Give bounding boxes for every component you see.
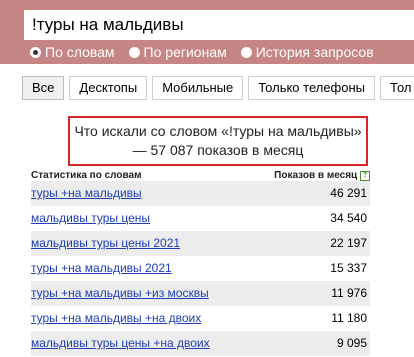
phrase-link[interactable]: туры +на мальдивы 2021 [31, 261, 172, 275]
phrase-link[interactable]: туры +на мальдивы +на двоих [31, 311, 201, 325]
tab-desktops[interactable]: Десктопы [69, 76, 148, 100]
show-count: 9 095 [336, 336, 367, 350]
table-row: туры +на мальдивы +на двоих 11 180 [31, 306, 370, 331]
radio-query-history[interactable]: История запросов [240, 44, 374, 60]
table-row: туры +на мальдивы 2021 15 337 [31, 256, 370, 281]
search-input[interactable]: !туры на мальдивы [24, 10, 414, 40]
phrase-link[interactable]: мальдивы туры цены +на двоих [31, 336, 210, 350]
tab-tablets-only[interactable]: Тол [380, 76, 414, 100]
radio-label: По словам [45, 44, 115, 60]
column-header-words: Статистика по словам [31, 170, 142, 181]
summary-text: Что искали со словом «!туры на мальдивы»… [74, 123, 362, 158]
help-icon[interactable]: ? [360, 171, 370, 181]
phrase-link[interactable]: туры +на мальдивы [31, 186, 142, 200]
tab-mobile[interactable]: Мобильные [152, 76, 244, 100]
table-row: мальдивы туры цены 2021 22 197 [31, 231, 370, 256]
phrase-link[interactable]: мальдивы туры цены 2021 [31, 236, 180, 250]
table-row: туры +на мальдивы +из москвы 11 976 [31, 281, 370, 306]
summary-box: Что искали со словом «!туры на мальдивы»… [68, 116, 368, 166]
search-header: !туры на мальдивы По словам По регионам … [0, 0, 414, 64]
radio-by-regions[interactable]: По регионам [128, 44, 227, 60]
radio-label: По регионам [143, 44, 227, 60]
show-count: 46 291 [330, 186, 367, 200]
table-row: мальдивы туры цены +на двоих 9 095 [31, 331, 370, 356]
search-mode-group: По словам По регионам История запросов [30, 42, 388, 62]
show-count: 22 197 [330, 236, 367, 250]
stats-table: туры +на мальдивы 46 291 мальдивы туры ц… [31, 181, 370, 356]
column-header-shows-label: Показов в месяц [274, 170, 358, 181]
radio-unselected-icon [240, 46, 252, 58]
show-count: 11 180 [331, 311, 367, 325]
radio-unselected-icon [128, 46, 140, 58]
table-row: мальдивы туры цены 34 540 [31, 206, 370, 231]
show-count: 34 540 [330, 211, 367, 225]
table-row: туры +на мальдивы 46 291 [31, 181, 370, 206]
radio-selected-icon [30, 46, 41, 58]
column-header-shows: Показов в месяц ? [274, 170, 370, 181]
tab-phones-only[interactable]: Только телефоны [248, 76, 376, 100]
phrase-link[interactable]: мальдивы туры цены [31, 211, 150, 225]
radio-label: История запросов [255, 44, 374, 60]
search-input-value: !туры на мальдивы [32, 15, 184, 34]
device-tabs: Все Десктопы Мобильные Только телефоны Т… [22, 76, 414, 100]
show-count: 15 337 [330, 261, 367, 275]
tab-all[interactable]: Все [22, 76, 65, 100]
radio-by-words[interactable]: По словам [30, 44, 115, 60]
phrase-link[interactable]: туры +на мальдивы +из москвы [31, 286, 209, 300]
show-count: 11 976 [331, 286, 367, 300]
